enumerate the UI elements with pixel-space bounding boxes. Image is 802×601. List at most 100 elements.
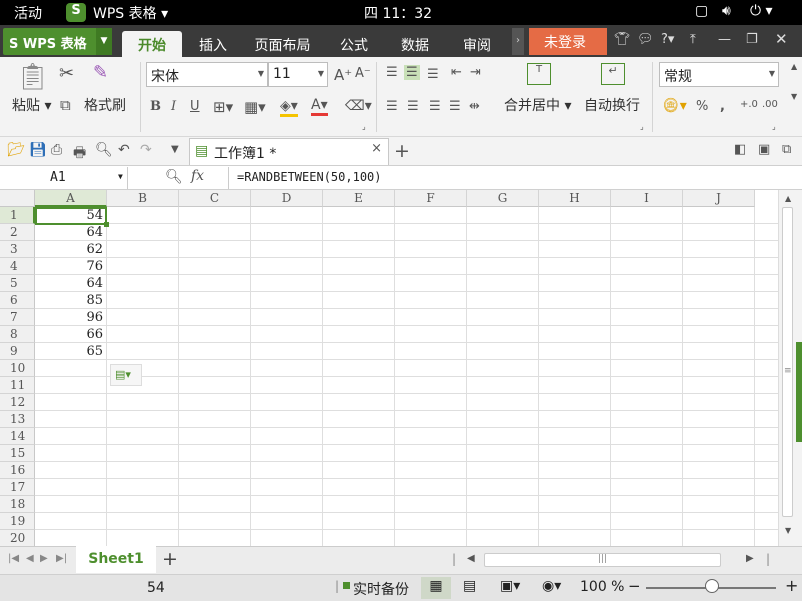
minimize-icon[interactable]: — <box>718 32 731 47</box>
font-color-icon[interactable]: A▾ <box>311 97 328 116</box>
wps-menu-button[interactable]: S WPS 表格 ▼ <box>3 28 112 55</box>
tab-data[interactable]: 数据 <box>390 31 440 57</box>
column-header-a[interactable]: A <box>35 190 107 207</box>
grow-font-icon[interactable]: A⁺ <box>334 66 352 84</box>
zoom-formula-icon[interactable]: 🔍︎ <box>165 169 183 185</box>
row-header-9[interactable]: 9 <box>0 343 35 360</box>
tab-review[interactable]: 审阅 <box>452 31 502 57</box>
formula-input[interactable]: =RANDBETWEEN(50,100) <box>228 167 802 189</box>
align-middle-icon[interactable]: ☰ <box>404 65 420 80</box>
comma-button[interactable]: , <box>720 99 725 114</box>
select-all-corner[interactable] <box>0 190 35 207</box>
column-header-d[interactable]: D <box>251 190 323 207</box>
login-button[interactable]: 未登录 <box>529 28 607 55</box>
ribbon-scroll-down-icon[interactable]: ▼ <box>791 92 797 101</box>
clock[interactable]: 四 11：32 <box>364 3 432 23</box>
page-layout-view-icon[interactable]: ▣▾ <box>500 578 520 594</box>
row-header-11[interactable]: 11 <box>0 377 35 394</box>
wps-menu-dropdown-icon[interactable]: ▼ <box>96 28 112 55</box>
qat-right-3-icon[interactable]: ⧉ <box>782 142 791 157</box>
restore-ribbon-icon[interactable]: ⤒ <box>690 32 696 47</box>
undo-icon[interactable]: ↶ <box>118 142 130 158</box>
fill-handle[interactable] <box>104 222 109 227</box>
activities-button[interactable]: 活动 <box>14 3 42 23</box>
backup-button[interactable]: 实时备份 <box>353 579 409 599</box>
currency-icon[interactable]: 🪙︎▾ <box>662 98 687 114</box>
scroll-down-icon[interactable]: ▼ <box>785 526 791 535</box>
row-header-4[interactable]: 4 <box>0 258 35 275</box>
column-header-h[interactable]: H <box>539 190 611 207</box>
window-icon[interactable]: ▢ <box>695 3 708 19</box>
align-left-icon[interactable]: ☰ <box>386 99 398 114</box>
merge-center-button[interactable]: 合并居中 ▾ <box>504 95 571 115</box>
vertical-scrollbar[interactable]: ▲ ≡ ▼ <box>778 190 802 546</box>
scroll-right-icon[interactable]: ▶ <box>746 553 754 564</box>
export-pdf-icon[interactable]: ⎙ <box>51 142 62 158</box>
scroll-left-icon[interactable]: ◀ <box>467 553 475 564</box>
tabs-more-icon[interactable]: › <box>512 28 524 55</box>
align-top-icon[interactable]: ☰ <box>386 65 398 80</box>
volume-icon[interactable]: 🔊︎ <box>722 3 731 19</box>
first-sheet-icon[interactable]: |◀ <box>8 553 19 564</box>
row-header-17[interactable]: 17 <box>0 479 35 496</box>
align-center-icon[interactable]: ☰ <box>407 99 419 114</box>
hscroll-split-icon[interactable]: | <box>452 552 456 566</box>
zoom-level[interactable]: 100 % <box>580 579 624 595</box>
sheet-tab-sheet1[interactable]: Sheet1 <box>76 546 156 573</box>
close-tab-icon[interactable]: × <box>371 141 382 156</box>
column-header-f[interactable]: F <box>395 190 467 207</box>
zoom-slider-thumb[interactable] <box>705 579 719 593</box>
cell-a4[interactable]: 76 <box>36 258 106 275</box>
cell-a2[interactable]: 64 <box>36 224 106 241</box>
row-header-7[interactable]: 7 <box>0 309 35 326</box>
last-sheet-icon[interactable]: ▶| <box>56 553 67 564</box>
spreadsheet-grid[interactable]: ABCDEFGHIJ 1 2 3 4 5 6 7 8 9 10 11 12 13 14 15 16 17 18 19… <box>0 190 778 546</box>
distribute-icon[interactable]: ⇹ <box>469 99 480 114</box>
indent-icon[interactable]: ⇥ <box>470 65 481 80</box>
font-dialog-icon[interactable]: ⌟ <box>362 122 366 131</box>
column-header-i[interactable]: I <box>611 190 683 207</box>
italic-icon[interactable]: I <box>171 99 176 114</box>
borders-icon[interactable]: ⊞▾ <box>213 98 233 116</box>
row-header-8[interactable]: 8 <box>0 326 35 343</box>
close-icon[interactable]: ✕ <box>775 30 788 48</box>
row-header-10[interactable]: 10 <box>0 360 35 377</box>
outdent-icon[interactable]: ⇤ <box>451 65 462 80</box>
merge-center-icon[interactable]: T <box>527 63 551 85</box>
align-right-icon[interactable]: ☰ <box>429 99 441 114</box>
redo-icon[interactable]: ↷ <box>140 142 152 158</box>
bold-icon[interactable]: B <box>150 99 161 114</box>
underline-icon[interactable]: U <box>190 99 200 114</box>
cell-style-icon[interactable]: ▦▾ <box>244 98 266 116</box>
font-name-select[interactable]: 宋体 ▼ <box>146 62 268 87</box>
help-icon[interactable]: ?▾ <box>661 32 674 47</box>
row-header-12[interactable]: 12 <box>0 394 35 411</box>
row-header-1[interactable]: 1 <box>0 207 35 224</box>
vertical-scroll-thumb[interactable] <box>782 207 793 517</box>
column-header-c[interactable]: C <box>179 190 251 207</box>
add-sheet-icon[interactable]: + <box>162 548 178 570</box>
autofill-options-icon[interactable]: ▤▾ <box>110 364 142 386</box>
qat-right-2-icon[interactable]: ▣ <box>758 142 770 157</box>
decrease-decimal-icon[interactable]: .00 <box>762 99 778 110</box>
row-header-2[interactable]: 2 <box>0 224 35 241</box>
tab-formulas[interactable]: 公式 <box>330 31 378 57</box>
align-dialog-icon[interactable]: ⌟ <box>640 122 644 131</box>
row-header-3[interactable]: 3 <box>0 241 35 258</box>
power-icon[interactable]: ⏻ ▾ <box>750 3 773 19</box>
number-dialog-icon[interactable]: ⌟ <box>772 122 776 131</box>
page-break-view-icon[interactable]: ▤ <box>463 578 476 594</box>
app-menu-label[interactable]: WPS 表格 ▾ <box>93 3 168 23</box>
prev-sheet-icon[interactable]: ◀ <box>26 553 34 564</box>
number-format-select[interactable]: 常规 ▼ <box>659 62 779 87</box>
row-header-6[interactable]: 6 <box>0 292 35 309</box>
print-preview-icon[interactable]: 🔍︎ <box>95 142 113 158</box>
chat-icon[interactable]: 💬︎ <box>637 32 654 47</box>
increase-decimal-icon[interactable]: +.0 <box>740 99 758 110</box>
zoom-in-icon[interactable]: + <box>785 576 798 595</box>
tab-insert[interactable]: 插入 <box>188 31 238 57</box>
cell-a7[interactable]: 96 <box>36 309 106 326</box>
wrap-text-icon[interactable]: ↵ <box>601 63 625 85</box>
font-size-select[interactable]: 11 ▼ <box>268 62 328 87</box>
cell-a8[interactable]: 66 <box>36 326 106 343</box>
